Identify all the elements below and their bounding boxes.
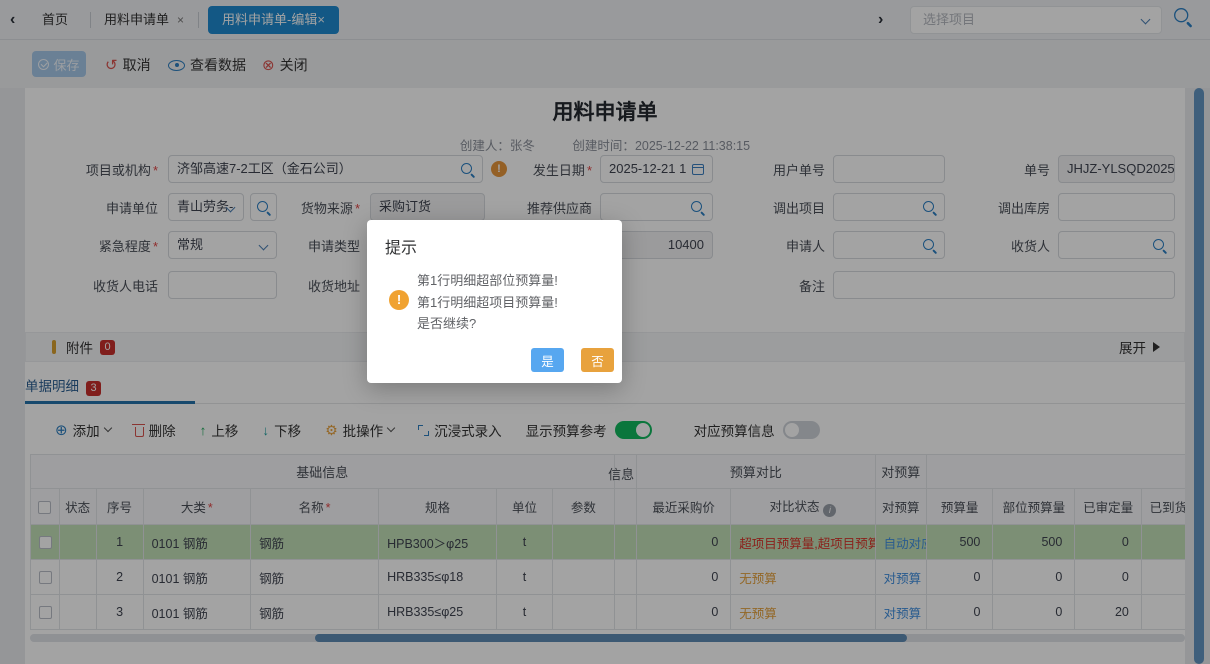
confirm-dialog: 提示 ! 第1行明细超部位预算量! 第1行明细超项目预算量! 是否继续? 是 否 <box>367 220 622 383</box>
dialog-line-2: 第1行明细超项目预算量! <box>417 294 558 310</box>
dialog-line-1: 第1行明细超部位预算量! <box>417 273 558 288</box>
yes-button[interactable]: 是 <box>531 348 564 372</box>
app-screen: ‹ 首页 用料申请单 × 用料申请单-编辑× › 选择项目 保存 ↺ 取消 查看数据… <box>0 0 1210 664</box>
warning-icon: ! <box>389 290 409 310</box>
dialog-message: 第1行明细超部位预算量! 第1行明细超项目预算量! 是否继续? <box>417 270 558 335</box>
dialog-title: 提示 <box>385 240 418 257</box>
no-button[interactable]: 否 <box>581 348 614 372</box>
dialog-buttons: 是 否 <box>531 348 614 372</box>
dialog-line-3: 是否继续? <box>417 316 477 331</box>
